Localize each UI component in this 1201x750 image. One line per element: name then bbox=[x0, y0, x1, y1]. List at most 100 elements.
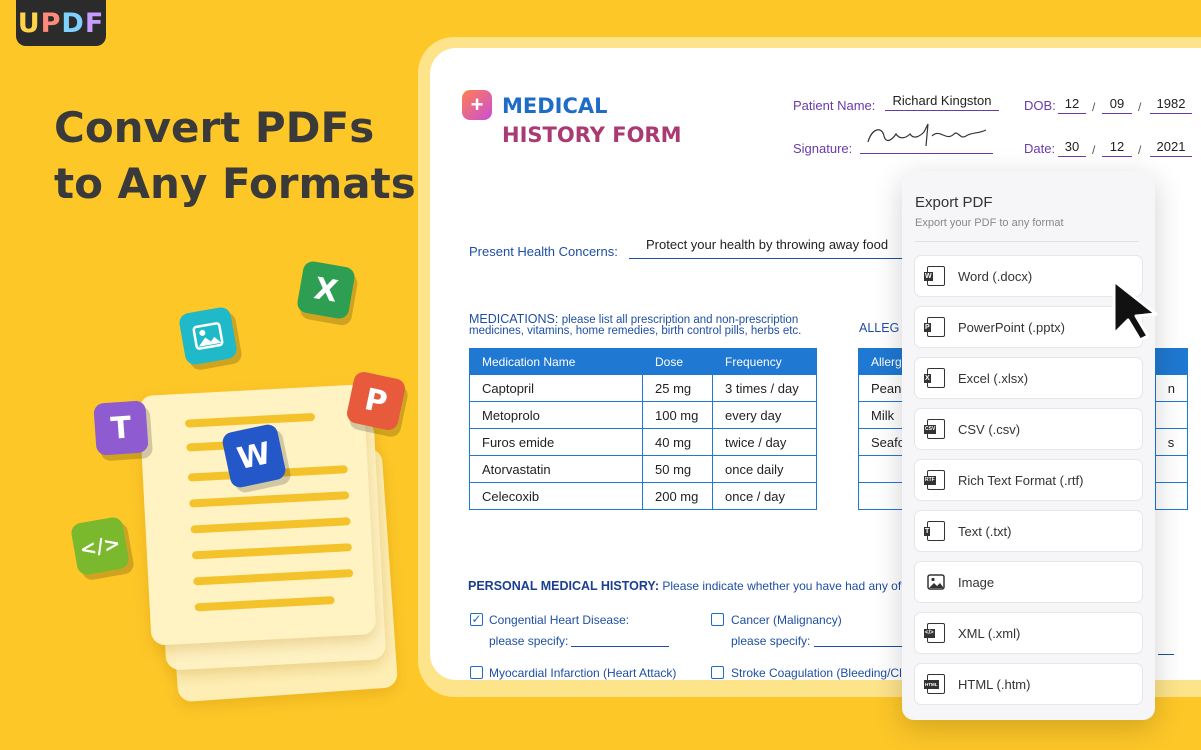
table-cell[interactable] bbox=[1154, 401, 1189, 429]
date-month-field[interactable]: 12 bbox=[1102, 139, 1132, 157]
table-cell[interactable]: 200 mg bbox=[642, 482, 713, 510]
stroke-label: Stroke Coagulation (Bleeding/Cl bbox=[731, 666, 902, 680]
image-file-icon bbox=[927, 572, 945, 592]
medications-table-header: Medication Name Dose Frequency bbox=[469, 348, 817, 375]
allergies-heading: ALLEG bbox=[859, 321, 900, 335]
export-rtf-button[interactable]: RTF Rich Text Format (.rtf) bbox=[914, 459, 1143, 501]
form-title-line-1: MEDICAL bbox=[502, 94, 608, 118]
table-row: Celecoxib 200 mg once / day bbox=[469, 482, 817, 510]
text-icon: T bbox=[93, 400, 149, 456]
logo-letter-p: P bbox=[40, 7, 62, 39]
table-cell[interactable]: Captopril bbox=[469, 374, 643, 402]
export-panel-subtitle: Export your PDF to any format bbox=[915, 217, 1064, 229]
table-cell[interactable]: Celecoxib bbox=[469, 482, 643, 510]
table-cell[interactable]: 3 times / day bbox=[712, 374, 817, 402]
export-xml-button[interactable]: </> XML (.xml) bbox=[914, 612, 1143, 654]
history-heading: PERSONAL MEDICAL HISTORY: Please indicat… bbox=[468, 579, 901, 593]
export-powerpoint-button[interactable]: P PowerPoint (.pptx) bbox=[914, 306, 1143, 348]
signature-field[interactable] bbox=[860, 122, 993, 154]
health-concerns-value[interactable]: Protect your health by throwing away foo… bbox=[646, 237, 888, 252]
logo-letter-d: D bbox=[61, 7, 85, 39]
form-title-line-2: HISTORY FORM bbox=[502, 123, 682, 147]
export-option-label: CSV (.csv) bbox=[958, 421, 1021, 437]
stroke-checkbox[interactable] bbox=[711, 666, 724, 679]
health-concerns-underline bbox=[629, 258, 929, 259]
xml-file-icon: </> bbox=[924, 623, 945, 643]
congenital-heart-checkbox[interactable]: ✓ bbox=[470, 613, 483, 626]
date-day-field[interactable]: 30 bbox=[1058, 139, 1086, 157]
history-note: Please indicate whether you have had any… bbox=[662, 579, 902, 593]
table-cell[interactable]: Atorvastatin bbox=[469, 455, 643, 483]
dob-separator: / bbox=[1092, 100, 1096, 114]
table-row: Captopril 25 mg 3 times / day bbox=[469, 374, 817, 402]
myocardial-label: Myocardial Infarction (Heart Attack) bbox=[489, 666, 677, 680]
headline-line-2: to Any Formats bbox=[54, 159, 416, 208]
export-option-label: Rich Text Format (.rtf) bbox=[958, 472, 1084, 488]
table-row: Metoprolo 100 mg every day bbox=[469, 401, 817, 429]
dob-label: DOB: bbox=[1024, 98, 1056, 113]
dob-separator: / bbox=[1138, 100, 1142, 114]
export-option-label: Text (.txt) bbox=[958, 523, 1012, 539]
form-logo-icon: + bbox=[462, 90, 492, 120]
export-option-label: XML (.xml) bbox=[958, 625, 1021, 641]
table-cell[interactable] bbox=[1154, 482, 1189, 510]
cancer-checkbox[interactable] bbox=[711, 613, 724, 626]
table-cell[interactable]: s bbox=[1154, 428, 1189, 456]
export-image-button[interactable]: Image bbox=[914, 561, 1143, 603]
excel-icon: X bbox=[295, 259, 357, 321]
column-header bbox=[1154, 348, 1189, 375]
export-excel-button[interactable]: X Excel (.xlsx) bbox=[914, 357, 1143, 399]
table-cell[interactable]: once daily bbox=[712, 455, 817, 483]
divider bbox=[915, 241, 1139, 242]
table-cell[interactable]: every day bbox=[712, 401, 817, 429]
table-cell[interactable]: 40 mg bbox=[642, 428, 713, 456]
export-word-button[interactable]: W Word (.docx) bbox=[914, 255, 1143, 297]
dob-day-field[interactable]: 12 bbox=[1058, 96, 1086, 114]
logo-letter-u: U bbox=[17, 7, 41, 39]
html-file-icon: HTML bbox=[924, 674, 945, 694]
medications-table: Medication Name Dose Frequency Captopril… bbox=[469, 348, 817, 510]
date-separator: / bbox=[1138, 143, 1142, 157]
mouse-cursor-icon bbox=[1110, 278, 1162, 347]
code-icon: </> bbox=[69, 515, 131, 577]
table-cell[interactable]: 25 mg bbox=[642, 374, 713, 402]
date-year-field[interactable]: 2021 bbox=[1150, 139, 1192, 157]
powerpoint-icon: P bbox=[345, 370, 407, 432]
congenital-specify-field[interactable] bbox=[571, 646, 669, 647]
table-cell[interactable]: n bbox=[1154, 374, 1189, 402]
table-cell[interactable]: once / day bbox=[712, 482, 817, 510]
text-file-icon: T bbox=[924, 521, 945, 541]
csv-file-icon: CSV bbox=[924, 419, 945, 439]
myocardial-checkbox[interactable] bbox=[470, 666, 483, 679]
word-icon: W bbox=[220, 422, 288, 490]
cancer-specify-field[interactable] bbox=[814, 646, 904, 647]
table-cell[interactable]: 50 mg bbox=[642, 455, 713, 483]
medications-heading: MEDICATIONS: please list all prescriptio… bbox=[469, 312, 798, 326]
table-cell[interactable]: twice / day bbox=[712, 428, 817, 456]
rtf-file-icon: RTF bbox=[924, 470, 945, 490]
history-title: PERSONAL MEDICAL HISTORY: bbox=[468, 579, 659, 593]
export-option-label: Word (.docx) bbox=[958, 268, 1033, 284]
table-cell[interactable]: Metoprolo bbox=[469, 401, 643, 429]
export-option-label: Excel (.xlsx) bbox=[958, 370, 1029, 386]
dob-year-field[interactable]: 1982 bbox=[1150, 96, 1192, 114]
export-html-button[interactable]: HTML HTML (.htm) bbox=[914, 663, 1143, 705]
column-header: Frequency bbox=[712, 348, 817, 375]
excel-file-icon: X bbox=[924, 368, 945, 388]
logo-letter-f: F bbox=[84, 7, 105, 39]
table-row: Atorvastatin 50 mg once daily bbox=[469, 455, 817, 483]
table-cell[interactable]: Furos emide bbox=[469, 428, 643, 456]
handwritten-signature bbox=[866, 123, 986, 147]
table-cell[interactable] bbox=[1154, 455, 1189, 483]
export-text-button[interactable]: T Text (.txt) bbox=[914, 510, 1143, 552]
column-header: Medication Name bbox=[469, 348, 643, 375]
export-csv-button[interactable]: CSV CSV (.csv) bbox=[914, 408, 1143, 450]
table-cell[interactable]: 100 mg bbox=[642, 401, 713, 429]
specify-field-partial[interactable] bbox=[1158, 654, 1174, 655]
date-separator: / bbox=[1092, 143, 1096, 157]
powerpoint-file-icon: P bbox=[924, 317, 945, 337]
medications-note-2: medicines, vitamins, home remedies, birt… bbox=[469, 325, 802, 337]
column-header: Dose bbox=[642, 348, 713, 375]
patient-name-field[interactable]: Richard Kingston bbox=[885, 93, 999, 111]
dob-month-field[interactable]: 09 bbox=[1102, 96, 1132, 114]
